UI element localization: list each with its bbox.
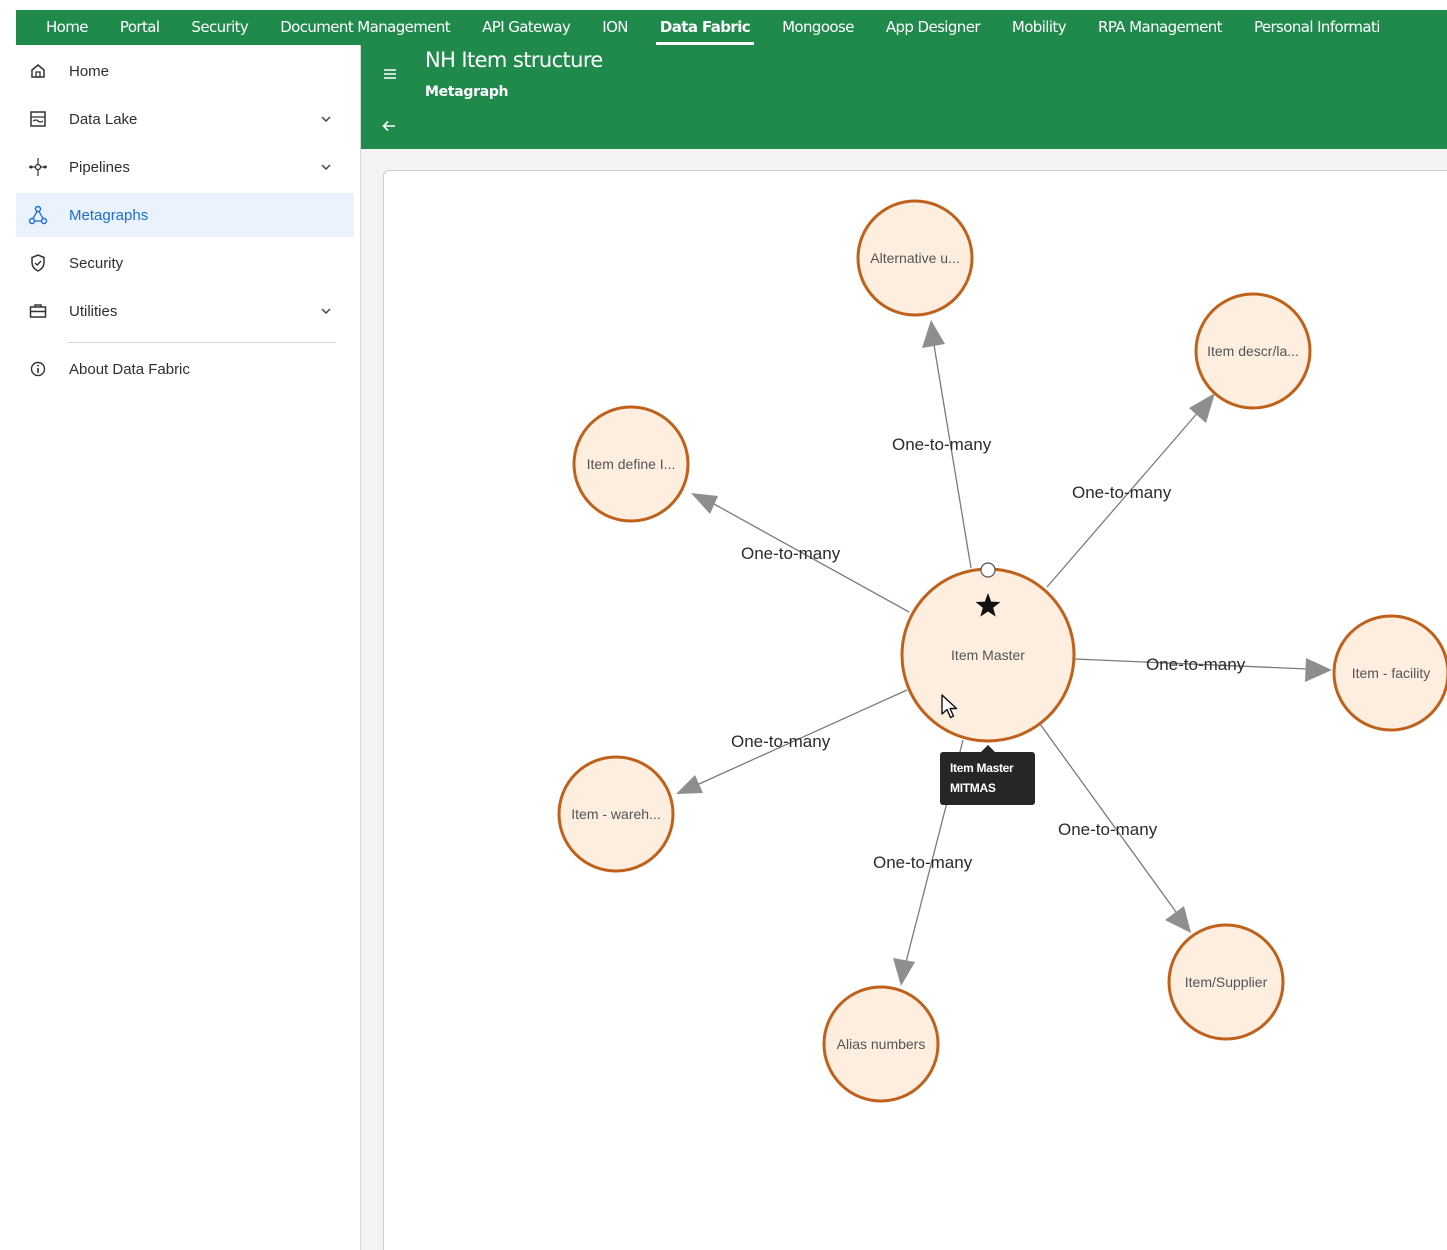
node-alternative-units[interactable]: Alternative u... [856,199,974,317]
sidebar-item-label: Home [69,62,110,80]
sidebar-item-label: About Data Fabric [69,360,190,378]
sidebar-item-home[interactable]: Home [16,49,354,93]
app-root: Home Portal Security Document Management… [0,0,1447,1250]
pipelines-icon [28,157,48,177]
top-tab-document-management[interactable]: Document Management [264,10,466,45]
node-label: Item - facility [1352,665,1431,681]
chevron-down-icon[interactable] [319,304,333,318]
top-tab-rpa-management[interactable]: RPA Management [1082,10,1238,45]
top-navigation-bar: Home Portal Security Document Management… [16,10,1447,45]
page-title: NH Item structure [425,48,603,72]
top-tab-security[interactable]: Security [175,10,264,45]
data-lake-icon [28,109,48,129]
sidebar-item-metagraphs[interactable]: Metagraphs [16,193,354,237]
chevron-down-icon[interactable] [319,160,333,174]
sidebar-item-label: Data Lake [69,110,138,128]
sidebar: Home Data Lake Pipelines Metagraphs Secu… [16,45,361,1250]
node-label: Alternative u... [870,250,960,266]
hamburger-menu-icon[interactable] [383,67,403,87]
top-tab-personal-information[interactable]: Personal Informati [1238,10,1396,45]
node-label: Item - wareh... [571,806,660,822]
sidebar-item-utilities[interactable]: Utilities [16,289,354,333]
node-label: Item descr/la... [1207,343,1299,359]
sidebar-item-pipelines[interactable]: Pipelines [16,145,354,189]
page-header: NH Item structure Metagraph [361,45,1447,149]
node-item-facility[interactable]: Item - facility [1332,614,1447,732]
sidebar-item-data-lake[interactable]: Data Lake [16,97,354,141]
node-item-define[interactable]: Item define I... [572,405,690,523]
chevron-down-icon[interactable] [319,112,333,126]
top-tab-mobility[interactable]: Mobility [996,10,1082,45]
info-icon [28,359,48,379]
mouse-cursor-icon [941,694,958,719]
node-tooltip: Item Master MITMAS [940,745,1035,805]
top-tab-mongoose[interactable]: Mongoose [766,10,870,45]
top-tab-app-designer[interactable]: App Designer [870,10,996,45]
sidebar-item-security[interactable]: Security [16,241,354,285]
node-item-supplier[interactable]: Item/Supplier [1167,923,1285,1041]
top-tab-home[interactable]: Home [16,10,104,45]
connection-handle[interactable] [980,562,996,578]
sidebar-item-about-data-fabric[interactable]: About Data Fabric [16,347,354,391]
node-label: Item Master [951,647,1025,663]
node-item-descr-lang[interactable]: Item descr/la... [1194,292,1312,410]
node-item-warehouse[interactable]: Item - wareh... [557,755,675,873]
node-label: Item define I... [587,456,676,472]
top-tab-ion[interactable]: ION [586,10,644,45]
page-subtitle: Metagraph [425,84,509,100]
node-alias-numbers[interactable]: Alias numbers [822,985,940,1103]
top-tab-data-fabric[interactable]: Data Fabric [644,10,766,45]
sidebar-item-label: Pipelines [69,158,130,176]
back-arrow-icon[interactable] [381,118,401,138]
tooltip-title: Item Master [950,761,1014,775]
tooltip-table-name: MITMAS [950,781,996,795]
briefcase-icon [28,301,48,321]
sidebar-divider [68,342,336,343]
top-tab-portal[interactable]: Portal [104,10,176,45]
home-icon [28,61,48,81]
metagraphs-icon [28,205,48,225]
node-label: Item/Supplier [1185,974,1268,990]
node-label: Alias numbers [837,1036,926,1052]
top-tab-api-gateway[interactable]: API Gateway [466,10,586,45]
sidebar-item-label: Metagraphs [69,206,149,224]
sidebar-item-label: Security [69,254,124,272]
sidebar-item-label: Utilities [69,302,118,320]
shield-icon [28,253,48,273]
